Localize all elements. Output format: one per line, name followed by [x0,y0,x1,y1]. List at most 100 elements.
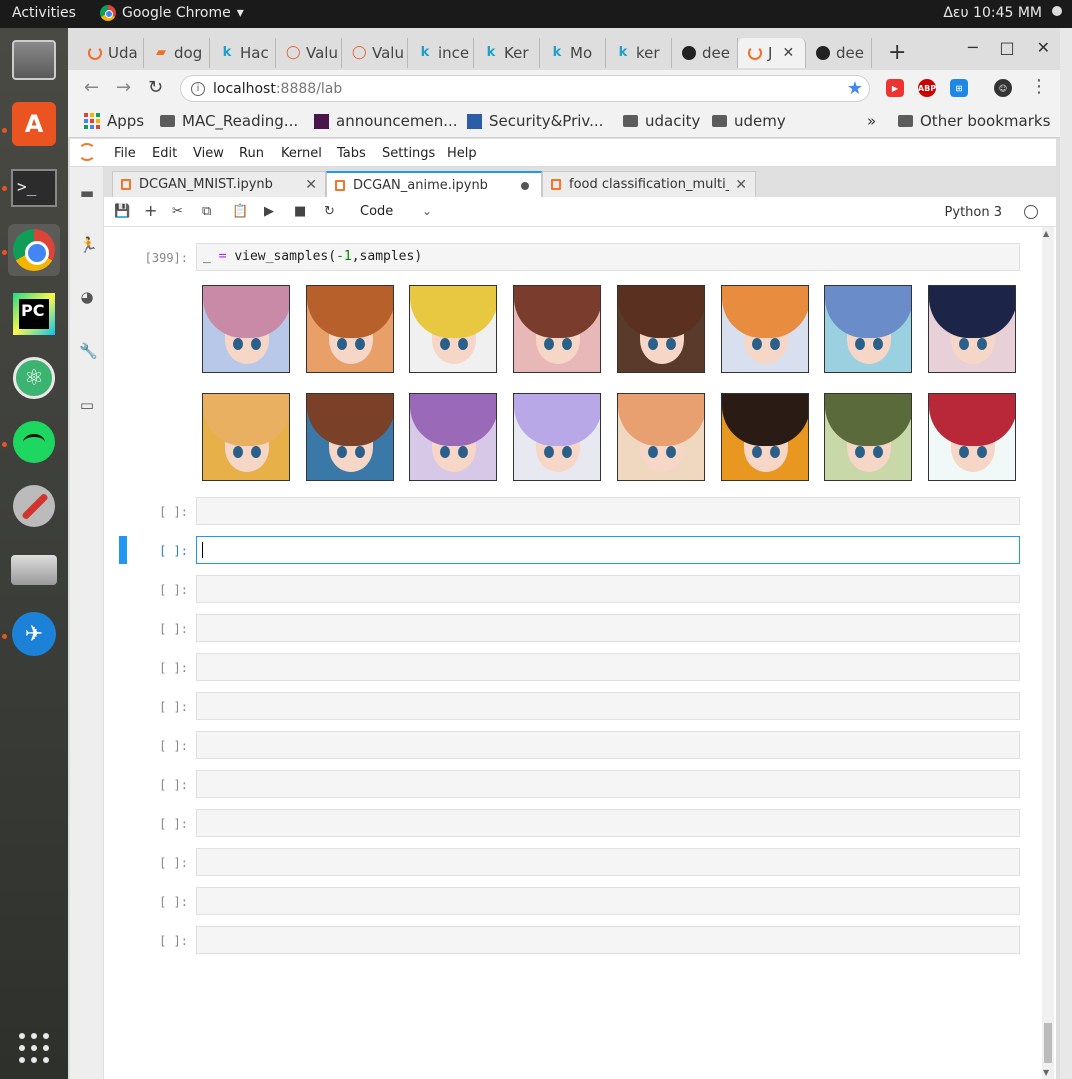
add-cell-icon[interactable]: + [144,201,157,220]
clock[interactable]: Δευ 10:45 ΜΜ [943,5,1042,21]
code-cell[interactable] [196,731,1020,759]
kernel-name[interactable]: Python 3 [945,205,1002,220]
dock-chrome[interactable] [8,224,60,276]
dock-show-apps[interactable] [8,1022,60,1074]
dock-software[interactable]: A [8,98,60,150]
address-bar[interactable]: i localhost:8888/lab ★ [180,75,870,102]
unsaved-dot-icon[interactable] [521,182,529,190]
folder-icon[interactable]: ▬ [79,185,95,201]
code-cell[interactable] [196,770,1020,798]
bookmark-folder[interactable]: MAC_Reading... [160,112,298,130]
code-cell[interactable] [196,809,1020,837]
scroll-up-arrow-icon[interactable]: ▲ [1043,229,1049,238]
new-tab-button[interactable]: + [888,40,906,65]
bookmark-other[interactable]: Other bookmarks [898,112,1050,130]
app-menu[interactable]: Google Chrome ▾ [100,5,244,21]
chevron-down-icon: ⌄ [422,204,433,218]
menu-kernel[interactable]: Kernel [281,146,322,161]
minimize-button[interactable]: ─ [968,38,978,57]
paste-icon[interactable]: 📋 [232,204,248,219]
browser-tab[interactable]: dee [806,38,872,68]
menu-view[interactable]: View [193,146,224,161]
bookmark-folder[interactable]: udemy [712,112,786,130]
maximize-button[interactable]: □ [999,38,1014,57]
browser-tab[interactable]: Uda [78,38,144,68]
browser-tab[interactable]: k ince [408,38,474,68]
browser-tab[interactable]: dee [672,38,738,68]
browser-tab[interactable]: k ker [606,38,672,68]
cell-type-select[interactable]: Code ⌄ [360,204,432,219]
browser-tab[interactable]: ◯ Valu [276,38,342,68]
stop-icon[interactable]: ■ [294,204,306,219]
profile-avatar[interactable]: ☺ [994,79,1012,97]
save-icon[interactable]: 💾 [114,204,130,219]
bookmark-apps[interactable]: Apps [84,112,144,130]
forward-button[interactable]: → [116,77,131,98]
bookmark-item[interactable]: announcemen... [314,112,458,130]
menu-tabs[interactable]: Tabs [337,146,366,161]
browser-tab[interactable]: ▰ dog [144,38,210,68]
code-cell[interactable] [196,848,1020,876]
code-cell[interactable]: _ = view_samples(-1,samples) [196,243,1020,271]
info-icon[interactable]: i [191,81,205,96]
bookmark-item[interactable]: Security&Priv... [467,112,603,130]
dock-files[interactable] [8,34,60,86]
bookmarks-overflow-button[interactable]: » [867,112,876,130]
dock-atom[interactable]: ⚛ [8,352,60,404]
adblock-icon[interactable]: ABP [918,79,936,97]
run-icon[interactable]: ▶ [264,204,274,219]
running-icon[interactable]: 🏃 [79,237,98,253]
extension-icon[interactable]: ▶ [886,79,904,97]
dock-office[interactable]: ✈ [8,608,60,660]
browser-tab-active[interactable]: J ✕ [738,38,806,68]
back-button[interactable]: ← [84,77,99,98]
code-cell[interactable] [196,575,1020,603]
cut-icon[interactable]: ✂ [172,204,183,219]
dock-pycharm[interactable]: PC [8,288,60,340]
code-cell[interactable] [196,653,1020,681]
menu-file[interactable]: File [114,146,136,161]
dock-terminal[interactable]: >_ [8,162,60,214]
activities-button[interactable]: Activities [12,5,76,21]
browser-tab[interactable]: k Mo [540,38,606,68]
close-icon[interactable]: ✕ [735,177,747,193]
tabs-icon[interactable]: ▭ [79,397,95,413]
browser-tab[interactable]: ◯ Valu [342,38,408,68]
menu-help[interactable]: Help [447,146,477,161]
code-editor[interactable]: _ = view_samples(-1,samples) [197,244,1019,269]
power-icon[interactable] [1052,6,1062,16]
bookmark-folder[interactable]: udacity [623,112,700,130]
scroll-down-arrow-icon[interactable]: ▼ [1043,1068,1049,1077]
palette-icon[interactable]: ◕ [79,289,95,305]
code-cell[interactable] [196,887,1020,915]
menu-run[interactable]: Run [239,146,264,161]
reload-button[interactable]: ↻ [148,77,163,98]
pycharm-icon: PC [13,293,55,335]
browser-tab[interactable]: k Hac [210,38,276,68]
code-cell[interactable] [196,497,1020,525]
extension-icon[interactable]: ⊞ [950,79,968,97]
menu-edit[interactable]: Edit [152,146,177,161]
wrench-icon[interactable]: 🔧 [79,343,98,359]
notebook-tab[interactable]: food classification_multi_crop ✕ [542,171,756,197]
notebook-tab-active[interactable]: DCGAN_anime.ipynb [326,171,542,198]
scrollbar[interactable]: ▲ ▼ [1042,227,1054,1079]
code-cell-active[interactable] [196,536,1020,564]
bookmark-star-icon[interactable]: ★ [847,78,863,99]
scrollbar-thumb[interactable] [1044,1023,1052,1063]
close-icon[interactable]: ✕ [782,45,794,61]
browser-tab[interactable]: k Ker [474,38,540,68]
dock-spotify[interactable] [8,416,60,468]
notebook-tab[interactable]: DCGAN_MNIST.ipynb ✕ [112,171,326,197]
code-cell[interactable] [196,926,1020,954]
dock-tools[interactable] [8,480,60,532]
chrome-menu-icon[interactable]: ⋮ [1030,76,1048,97]
close-window-button[interactable]: ✕ [1037,38,1050,57]
restart-icon[interactable]: ↻ [324,204,335,219]
code-cell[interactable] [196,614,1020,642]
close-icon[interactable]: ✕ [305,177,317,193]
copy-icon[interactable]: ⧉ [202,204,211,219]
dock-disk[interactable] [8,544,60,596]
menu-settings[interactable]: Settings [382,146,435,161]
code-cell[interactable] [196,692,1020,720]
